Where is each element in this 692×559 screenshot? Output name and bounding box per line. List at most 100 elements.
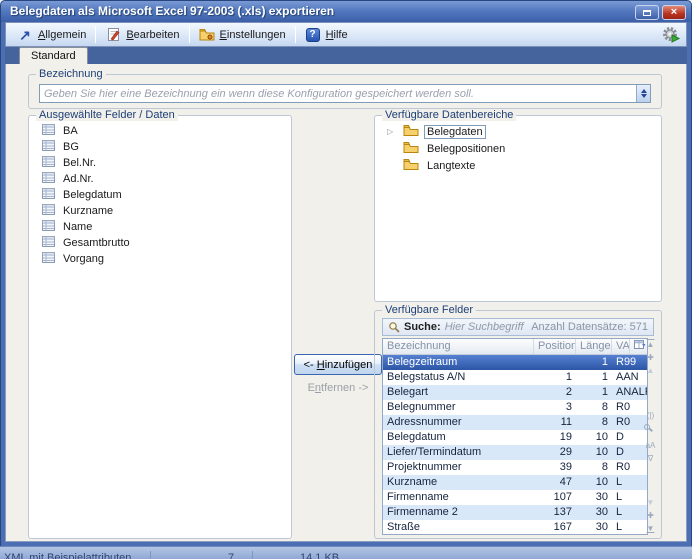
bezeichnung-input[interactable] [40, 85, 636, 102]
selected-field-item[interactable]: Name [33, 219, 287, 235]
zoom-search-icon[interactable] [644, 424, 657, 437]
table-row[interactable]: Belegnummer38R0 [383, 400, 647, 415]
search-input[interactable] [445, 321, 528, 333]
menu-item-allgemein[interactable]: ↗Allgemein [10, 25, 93, 44]
move-first-icon[interactable]: ▲ [644, 338, 657, 351]
menu-separator [95, 26, 96, 43]
cell-va: L [612, 505, 647, 520]
cell-position: 3 [534, 400, 576, 415]
tree-item-belegdaten[interactable]: ▷Belegdaten [379, 123, 657, 140]
search-icon [388, 321, 400, 333]
selected-field-item[interactable]: Bel.Nr. [33, 155, 287, 171]
add-button[interactable]: <- Hinzufügen [294, 354, 382, 375]
selected-field-item[interactable]: Ad.Nr. [33, 171, 287, 187]
filter-icon[interactable]: ∇ [644, 452, 657, 465]
cell-laenge: 1 [576, 355, 612, 370]
selected-field-item[interactable]: Gesamtbrutto [33, 235, 287, 251]
cell-laenge: 10 [576, 430, 612, 445]
menu-item-hilfe[interactable]: ?Hilfe [298, 25, 355, 44]
table-row[interactable]: Belegstatus A/N11AAN [383, 370, 647, 385]
tab-standard[interactable]: Standard [19, 47, 88, 64]
column-header-va[interactable]: VA [612, 339, 630, 354]
cell-bezeichnung: Firmenname 2 [383, 505, 534, 520]
window-title: Belegdaten als Microsoft Excel 97-2003 (… [10, 4, 334, 18]
cell-position: 11 [534, 415, 576, 430]
grid-field-icon [42, 204, 55, 218]
status-right: 14.1 KB [300, 552, 339, 559]
tree-expander-icon[interactable]: ▷ [387, 127, 393, 136]
export-run-button[interactable] [660, 25, 682, 45]
column-header-bezeichnung[interactable]: Bezeichnung [383, 339, 534, 354]
cell-va: R0 [612, 415, 647, 430]
column-header-länge[interactable]: Länge [576, 339, 612, 354]
menu-item-einstellungen[interactable]: Einstellungen [192, 25, 293, 44]
selected-fields-group: Ausgewählte Felder / Daten BABGBel.Nr.Ad… [28, 115, 292, 539]
table-row[interactable]: Straße16730L [383, 520, 647, 535]
table-row[interactable]: Belegart21ANALRGI [383, 385, 647, 400]
maximize-button[interactable] [635, 5, 659, 20]
cell-bezeichnung: Belegart [383, 385, 534, 400]
grid-field-icon [42, 252, 55, 266]
data-areas-tree: ▷BelegdatenBelegpositionenLangtexte [379, 123, 657, 297]
chevron-down-icon [641, 94, 647, 98]
close-button[interactable]: × [662, 5, 686, 20]
tab-strip: Standard [5, 47, 687, 64]
dialog-content: Bezeichnung Ausgewählte Felder / Daten B… [5, 64, 687, 542]
maximize-icon [643, 10, 651, 16]
move-down-icon[interactable]: ✚ [644, 509, 657, 522]
selected-field-item[interactable]: Belegdatum [33, 187, 287, 203]
selected-field-item[interactable]: Kurzname [33, 203, 287, 219]
menu-item-bearbeiten[interactable]: Bearbeiten [98, 25, 186, 44]
font-size-icon[interactable]: aA [644, 439, 657, 452]
move-last-icon[interactable]: ▼ [644, 522, 657, 535]
table-row[interactable]: Adressnummer118R0 [383, 415, 647, 430]
cell-va: D [612, 430, 647, 445]
cell-va: R0 [612, 400, 647, 415]
cell-bezeichnung: Belegstatus A/N [383, 370, 534, 385]
scroll-up-icon[interactable]: ▲ [644, 364, 657, 377]
scroll-down-icon[interactable]: ▼ [644, 496, 657, 509]
cell-position [534, 355, 576, 370]
titlebar: Belegdaten als Microsoft Excel 97-2003 (… [1, 1, 691, 22]
cell-laenge: 8 [576, 415, 612, 430]
move-up-icon[interactable]: ✚ [644, 351, 657, 364]
column-header-position[interactable]: Position [534, 339, 576, 354]
data-areas-group: Verfügbare Datenbereiche ▷BelegdatenBele… [374, 115, 662, 302]
table-row[interactable]: Firmenname10730L [383, 490, 647, 505]
available-fields-group-label: Verfügbare Felder [382, 304, 476, 316]
selected-field-item[interactable]: Vorgang [33, 251, 287, 267]
selected-field-item[interactable]: BG [33, 139, 287, 155]
cell-bezeichnung: Belegzeitraum [383, 355, 534, 370]
table-row[interactable]: Belegdatum1910D [383, 430, 647, 445]
cell-va: R0 [612, 460, 647, 475]
cell-va: L [612, 520, 647, 535]
table-row[interactable]: Firmenname 213730L [383, 505, 647, 520]
cell-bezeichnung: Straße [383, 520, 534, 535]
table-row[interactable]: Belegzeitraum1R99 [383, 355, 647, 370]
table-row[interactable]: Kurzname4710L [383, 475, 647, 490]
cell-bezeichnung: Liefer/Termindatum [383, 445, 534, 460]
menu-separator [189, 26, 190, 43]
tree-item-belegpositionen[interactable]: Belegpositionen [379, 140, 657, 157]
bezeichnung-combobox[interactable] [39, 84, 651, 103]
cell-bezeichnung: Kurzname [383, 475, 534, 490]
cell-position: 1 [534, 370, 576, 385]
tree-item-langtexte[interactable]: Langtexte [379, 157, 657, 174]
grid-field-icon [42, 140, 55, 154]
selected-field-item[interactable]: BA [33, 123, 287, 139]
table-row[interactable]: Projektnummer398R0 [383, 460, 647, 475]
cell-position: 19 [534, 430, 576, 445]
grid-field-icon [42, 236, 55, 250]
cell-bezeichnung: Firmenname [383, 490, 534, 505]
combo-dropdown-button[interactable] [636, 85, 650, 102]
fields-table-body: Belegzeitraum1R99Belegstatus A/N11AANBel… [383, 355, 647, 535]
cell-laenge: 10 [576, 445, 612, 460]
menu-separator [295, 26, 296, 43]
cell-bezeichnung: Adressnummer [383, 415, 534, 430]
brackets-icon[interactable]: (|) [644, 409, 657, 422]
table-row[interactable]: Liefer/Termindatum2910D [383, 445, 647, 460]
grid-field-icon [42, 172, 55, 186]
cell-bezeichnung: Projektnummer [383, 460, 534, 475]
cell-laenge: 30 [576, 490, 612, 505]
cell-position: 47 [534, 475, 576, 490]
